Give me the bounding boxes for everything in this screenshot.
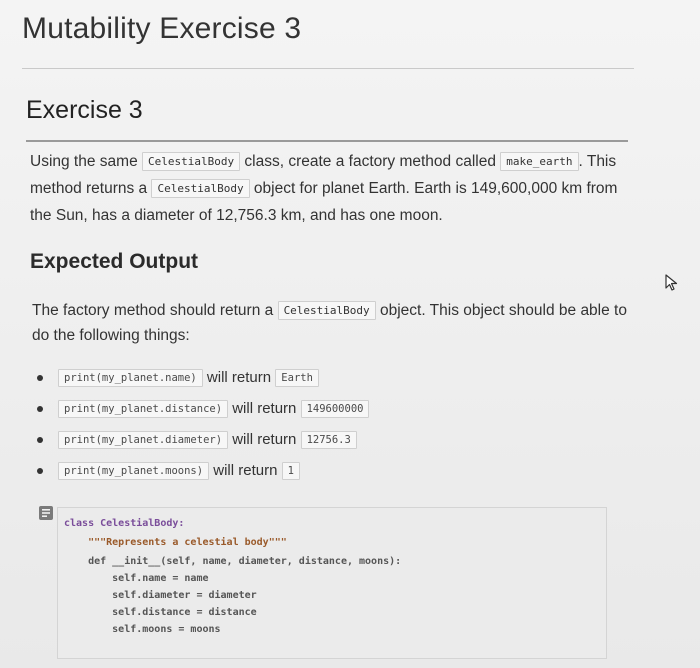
list-item: print(my_planet.distance) will return 14…: [34, 393, 494, 424]
code-block: class CelestialBody: """Represents a cel…: [57, 507, 607, 659]
code-line: self.moons = moons: [64, 624, 221, 635]
page-title: Mutability Exercise 3: [22, 12, 302, 45]
intro-text-1: Using the same: [30, 153, 142, 170]
inline-code-celestialbody-3: CelestialBody: [277, 301, 376, 320]
item-text: will return: [228, 400, 301, 417]
item-result: 1: [281, 462, 300, 480]
expected-description: The factory method should return a Celes…: [32, 298, 632, 348]
code-block-icon[interactable]: [38, 505, 54, 521]
item-code: print(my_planet.name): [58, 369, 203, 387]
bullet-icon: [37, 375, 43, 381]
item-result: 149600000: [300, 400, 370, 418]
list-item: print(my_planet.name) will return Earth: [34, 362, 494, 393]
code-line: class CelestialBody:: [64, 518, 185, 529]
item-code: print(my_planet.diameter): [58, 431, 229, 449]
bullet-icon: [37, 437, 43, 443]
bullet-icon: [37, 406, 43, 412]
list-item: print(my_planet.diameter) will return 12…: [34, 424, 494, 455]
code-line: """Represents a celestial body""": [64, 537, 287, 548]
inline-code-celestialbody-2: CelestialBody: [151, 179, 250, 198]
list-item: print(my_planet.moons) will return 1: [34, 455, 494, 486]
bullet-icon: [37, 468, 43, 474]
intro-text-2: class, create a factory method called: [240, 153, 501, 170]
code-line: self.diameter = diameter: [64, 590, 257, 601]
item-text: will return: [228, 431, 301, 448]
exercise-heading: Exercise 3: [26, 96, 143, 124]
exercise-intro: Using the same CelestialBody class, crea…: [30, 148, 640, 229]
mouse-pointer-icon: [665, 274, 678, 291]
expected-output-heading: Expected Output: [30, 250, 199, 273]
inline-code-celestialbody: CelestialBody: [142, 152, 241, 171]
item-result: Earth: [275, 369, 319, 387]
item-result: 12756.3: [300, 431, 357, 449]
code-line: self.distance = distance: [64, 607, 257, 618]
expected-output-list: print(my_planet.name) will return Earth …: [34, 362, 494, 486]
page: Mutability Exercise 3 Exercise 3 Using t…: [0, 0, 700, 668]
item-code: print(my_planet.moons): [58, 462, 210, 480]
inline-code-make-earth: make_earth: [500, 152, 579, 171]
code-line: def __init__(self, name, diameter, dista…: [64, 556, 402, 567]
item-text: will return: [209, 462, 282, 479]
code-line: self.name = name: [64, 573, 209, 584]
item-code: print(my_planet.distance): [58, 400, 229, 418]
exercise-divider: [26, 140, 628, 142]
expected-text-1: The factory method should return a: [32, 302, 278, 319]
title-divider: [22, 68, 634, 69]
item-text: will return: [202, 369, 276, 386]
